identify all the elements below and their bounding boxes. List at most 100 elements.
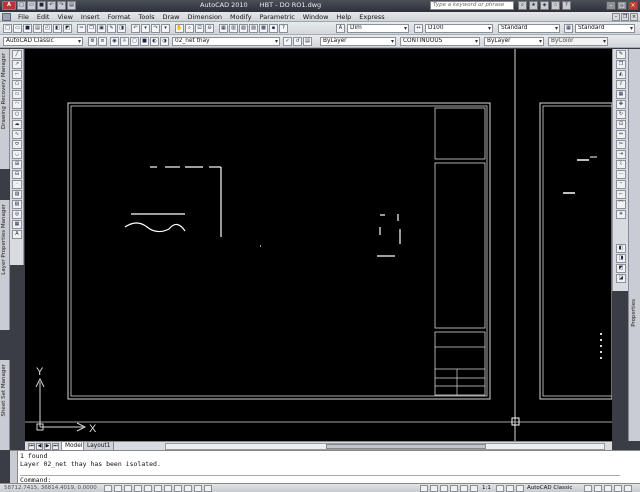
array-icon[interactable]: ▦ <box>616 90 626 99</box>
hardware-acceleration-icon[interactable] <box>594 485 602 492</box>
workspace-status[interactable]: AutoCAD Classic <box>527 484 572 492</box>
menu-file[interactable]: File <box>14 13 33 21</box>
auto-scale-icon[interactable] <box>506 485 514 492</box>
zoom-status-icon[interactable] <box>460 485 468 492</box>
menu-edit[interactable]: Edit <box>33 13 54 21</box>
wave-symbol[interactable] <box>124 222 186 233</box>
menu-parametric[interactable]: Parametric <box>256 13 299 21</box>
zoom-window-icon[interactable]: ⊡ <box>195 24 204 33</box>
qnew-icon[interactable]: □ <box>3 24 12 33</box>
extend-icon[interactable]: ⇥ <box>616 150 626 159</box>
draw-order-above-icon[interactable]: ◩ <box>616 264 626 273</box>
layer-properties-palette[interactable]: Layer Properties Manager <box>0 200 10 330</box>
object-snap-icon[interactable] <box>154 485 162 492</box>
text-style-select[interactable]: Standard <box>498 24 560 33</box>
menu-tools[interactable]: Tools <box>134 13 158 21</box>
menu-format[interactable]: Format <box>104 13 135 21</box>
layer-on-icon[interactable]: ◉ <box>110 37 119 46</box>
mtext-icon[interactable]: A <box>12 230 22 239</box>
zoom-previous-icon[interactable]: ⊖ <box>205 24 214 33</box>
gradient-icon[interactable]: ▧ <box>12 200 22 209</box>
search-icon[interactable]: ⌕ <box>518 1 527 10</box>
rectangle-icon[interactable]: ▭ <box>12 90 22 99</box>
table-style-select[interactable]: Standard <box>575 24 635 33</box>
open-icon[interactable]: ▭ <box>27 1 36 10</box>
text-style-icon[interactable]: A <box>336 24 345 33</box>
layer-properties-icon[interactable]: ≡ <box>98 37 107 46</box>
menu-draw[interactable]: Draw <box>159 13 184 21</box>
linetype-select[interactable]: CONTINUOUS <box>400 37 480 46</box>
isolated-layer-geometry[interactable] <box>124 166 401 257</box>
make-current-icon[interactable]: ✓ <box>283 37 292 46</box>
quick-view-layouts-icon[interactable] <box>430 485 438 492</box>
layer-states-icon[interactable]: ▤ <box>303 37 312 46</box>
menu-dimension[interactable]: Dimension <box>183 13 226 21</box>
second-frame[interactable] <box>539 102 612 400</box>
title-block-bottom[interactable] <box>434 331 486 396</box>
make-block-icon[interactable]: ⊟ <box>12 170 22 179</box>
drawing-frame-inner[interactable] <box>70 105 488 397</box>
quick-properties-icon[interactable] <box>204 485 212 492</box>
break-at-point-icon[interactable]: ⌇ <box>616 160 626 169</box>
draw-order-below-icon[interactable]: ◪ <box>616 274 626 283</box>
command-input[interactable]: Command: <box>20 475 620 484</box>
layer-freeze-icon[interactable]: ☼ <box>120 37 129 46</box>
application-menu-button[interactable]: A <box>2 1 16 10</box>
lineweight-toggle-icon[interactable] <box>194 485 202 492</box>
menu-window[interactable]: Window <box>299 13 333 21</box>
document-icon[interactable] <box>2 13 11 21</box>
horizontal-scrollbar[interactable] <box>165 443 605 450</box>
status-menu-icon[interactable] <box>614 485 622 492</box>
circle-icon[interactable]: ○ <box>12 110 22 119</box>
zoom-realtime-icon[interactable]: ⌕ <box>185 24 194 33</box>
sheet-set-palette[interactable]: Sheet Set Manager <box>0 360 10 450</box>
menu-help[interactable]: Help <box>332 13 355 21</box>
model-space-icon[interactable] <box>420 485 428 492</box>
hatch-icon[interactable]: ▨ <box>12 190 22 199</box>
model-space-drawing[interactable]: Y X <box>25 49 612 441</box>
properties-icon[interactable]: ▦ <box>219 24 228 33</box>
annotation-scale[interactable]: 1:1 <box>482 484 491 492</box>
doc-close-button[interactable]: × <box>630 13 638 21</box>
snap-mode-icon[interactable] <box>114 485 122 492</box>
mirror-icon[interactable]: ◭ <box>616 70 626 79</box>
plot-preview-icon[interactable]: ◰ <box>43 24 52 33</box>
revision-cloud-icon[interactable]: ☁ <box>12 120 22 129</box>
redo-tb-icon[interactable]: ↷ <box>151 24 160 33</box>
workspace-switch-icon[interactable] <box>516 485 524 492</box>
help-icon[interactable]: ? <box>562 1 571 10</box>
save-file-icon[interactable]: ■ <box>23 24 32 33</box>
doc-restore-button[interactable]: ❐ <box>621 13 629 21</box>
erase-icon[interactable]: ✎ <box>616 50 626 59</box>
pan-status-icon[interactable] <box>450 485 458 492</box>
cut-icon[interactable]: ✂ <box>77 24 86 33</box>
design-center-icon[interactable]: ▥ <box>229 24 238 33</box>
prev-tab-button[interactable]: ◀ <box>36 443 43 450</box>
explode-icon[interactable]: ✳ <box>616 210 626 219</box>
plot-style-select[interactable]: ByColor <box>548 37 608 46</box>
lock-ui-icon[interactable] <box>584 485 592 492</box>
color-select[interactable]: ByLayer <box>320 37 396 46</box>
quick-view-drawings-icon[interactable] <box>440 485 448 492</box>
rotate-icon[interactable]: ↻ <box>616 110 626 119</box>
title-block-middle[interactable] <box>434 162 486 329</box>
scrollbar-thumb[interactable] <box>326 444 486 449</box>
first-tab-button[interactable]: ⏮ <box>28 443 35 450</box>
clean-screen-icon[interactable] <box>624 485 632 492</box>
line-icon[interactable]: ╱ <box>12 50 22 59</box>
copy-icon[interactable]: ❐ <box>87 24 96 33</box>
menu-modify[interactable]: Modify <box>226 13 256 21</box>
last-tab-button[interactable]: ⏭ <box>52 443 59 450</box>
publish-icon[interactable]: ◧ <box>53 24 62 33</box>
offset-icon[interactable]: ⫽ <box>616 80 626 89</box>
subscription-icon[interactable]: ★ <box>529 1 538 10</box>
plot-icon[interactable]: ▤ <box>67 1 76 10</box>
undo-tb-icon[interactable]: ↶ <box>131 24 140 33</box>
layer-color-icon[interactable]: ■ <box>140 37 149 46</box>
help-tb-icon[interactable]: ? <box>279 24 288 33</box>
quickcalc-icon[interactable]: ▪ <box>269 24 278 33</box>
polygon-icon[interactable]: ⬠ <box>12 80 22 89</box>
chamfer-icon[interactable]: ⌐ <box>616 190 626 199</box>
favorites-icon[interactable]: ☆ <box>551 1 560 10</box>
undo-dropdown-icon[interactable]: ▾ <box>141 24 150 33</box>
